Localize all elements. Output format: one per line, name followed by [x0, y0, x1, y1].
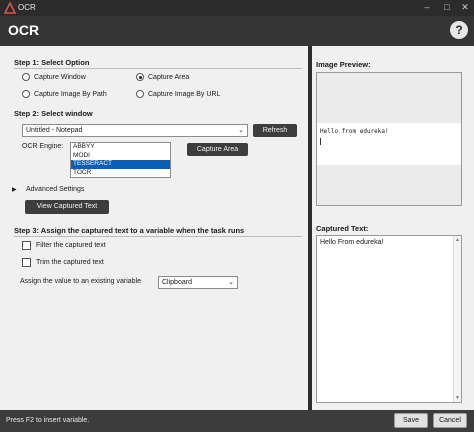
capture-area-button[interactable]: Capture Area	[187, 143, 248, 156]
chevron-down-icon[interactable]: ⌄	[238, 126, 244, 136]
step2-title: Step 2: Select window	[14, 109, 93, 118]
radio-button-selected-icon[interactable]	[136, 73, 144, 81]
radio-capture-window[interactable]: Capture Window	[22, 73, 86, 81]
captured-text-area[interactable]: Hello From edureka! ▲ ▼	[316, 235, 462, 403]
ocr-engine-list[interactable]: ABBYY MODI TESSERACT TOCR	[70, 142, 171, 178]
radio-capture-area[interactable]: Capture Area	[136, 73, 189, 81]
dialog-header: OCR ?	[0, 16, 474, 46]
close-icon[interactable]: ✕	[458, 1, 472, 14]
radio-button-icon[interactable]	[22, 73, 30, 81]
scroll-down-icon[interactable]: ▼	[455, 395, 460, 401]
trim-checkbox[interactable]: Trim the captured text	[22, 258, 104, 267]
radio-label: Capture Image By URL	[148, 90, 221, 98]
save-button[interactable]: Save	[394, 413, 428, 428]
image-preview-panel: Hello from edureka!	[316, 72, 462, 206]
radio-capture-image-by-url[interactable]: Capture Image By URL	[136, 90, 220, 98]
radio-button-icon[interactable]	[22, 90, 30, 98]
window-titlebar: OCR – □ ✕	[0, 0, 474, 16]
app-logo-icon	[4, 2, 16, 14]
window-select-value: Untitled - Notepad	[26, 127, 83, 134]
window-title: OCR	[18, 3, 36, 12]
divider	[14, 68, 302, 69]
footer-hint: Press F2 to insert variable.	[6, 417, 90, 424]
cancel-button[interactable]: Cancel	[433, 413, 467, 428]
list-item[interactable]: TOCR	[71, 169, 170, 178]
filter-checkbox[interactable]: Filter the captured text	[22, 241, 106, 250]
radio-button-icon[interactable]	[136, 90, 144, 98]
view-captured-text-button[interactable]: View Captured Text	[25, 200, 109, 214]
minimize-icon[interactable]: –	[420, 1, 434, 14]
step1-title: Step 1: Select Option	[14, 58, 90, 67]
advanced-settings-toggle[interactable]: Advanced Settings	[26, 186, 84, 193]
page-title: OCR	[8, 22, 40, 38]
preview-image-text: Hello from edureka!	[320, 128, 389, 135]
radio-label: Capture Area	[148, 73, 190, 81]
refresh-button[interactable]: Refresh	[253, 124, 297, 137]
radio-label: Capture Window	[34, 73, 86, 81]
expand-arrow-icon[interactable]: ▶	[12, 186, 17, 193]
checkbox-icon[interactable]	[22, 241, 31, 250]
checkbox-label: Filter the captured text	[36, 242, 106, 249]
list-item[interactable]: ABBYY	[71, 143, 170, 152]
list-item-selected[interactable]: TESSERACT	[71, 160, 170, 169]
chevron-down-icon[interactable]: ⌄	[228, 278, 234, 288]
radio-capture-image-by-path[interactable]: Capture Image By Path	[22, 90, 107, 98]
text-cursor-icon	[320, 138, 321, 145]
radio-label: Capture Image By Path	[34, 90, 107, 98]
preview-image: Hello from edureka!	[317, 123, 461, 165]
image-preview-title: Image Preview:	[316, 60, 371, 69]
scrollbar[interactable]: ▲ ▼	[453, 236, 461, 402]
step3-title: Step 3: Assign the captured text to a va…	[14, 226, 245, 235]
help-button[interactable]: ?	[450, 21, 468, 39]
captured-text-value: Hello From edureka!	[320, 239, 384, 246]
checkbox-label: Trim the captured text	[36, 259, 104, 266]
assign-variable-label: Assign the value to an existing variable	[20, 278, 142, 285]
maximize-icon[interactable]: □	[440, 1, 454, 14]
list-item[interactable]: MODI	[71, 152, 170, 161]
window-select[interactable]: Untitled - Notepad ⌄	[22, 124, 248, 137]
ocr-engine-label: OCR Engine:	[22, 143, 64, 150]
scroll-up-icon[interactable]: ▲	[455, 237, 460, 243]
checkbox-icon[interactable]	[22, 258, 31, 267]
panel-separator	[308, 46, 312, 410]
dialog-body: Step 1: Select Option Capture Window Cap…	[0, 46, 474, 410]
captured-text-title: Captured Text:	[316, 224, 369, 233]
variable-select-value: Clipboard	[162, 279, 192, 286]
divider	[14, 236, 302, 237]
dialog-footer: Press F2 to insert variable. Save Cancel	[0, 410, 474, 432]
variable-select[interactable]: Clipboard ⌄	[158, 276, 238, 289]
